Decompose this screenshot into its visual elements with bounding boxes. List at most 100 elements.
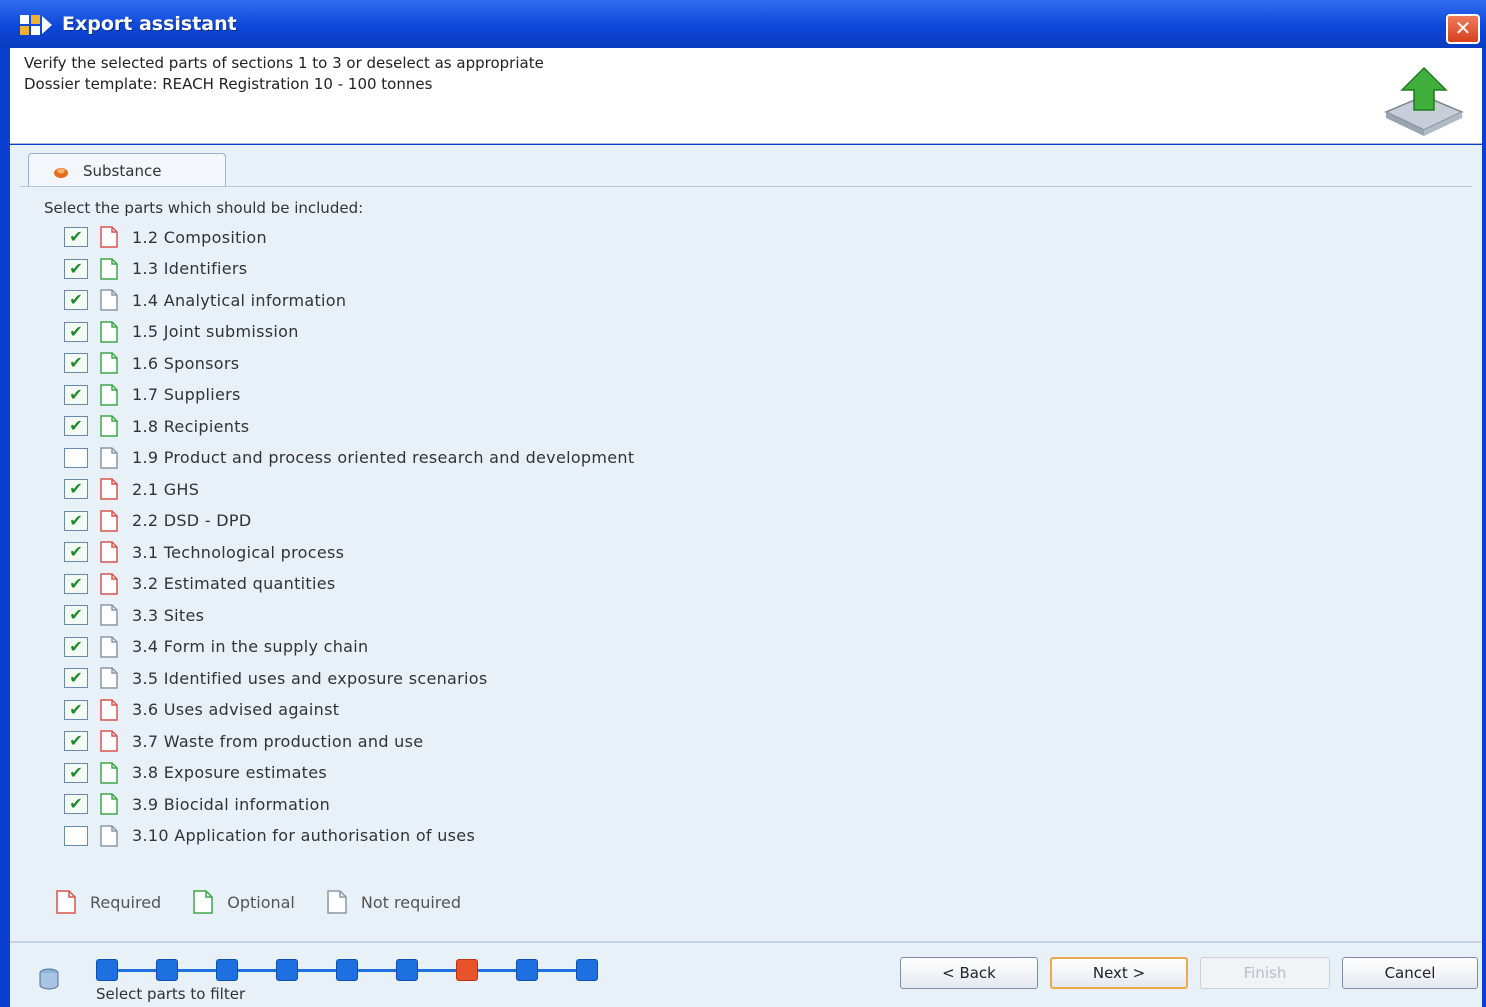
part-checkbox[interactable]: ✔: [64, 384, 88, 405]
part-checkbox[interactable]: ✔: [64, 479, 88, 499]
required-doc-icon: [100, 509, 118, 532]
part-checkbox[interactable]: ✔: [64, 510, 88, 531]
part-row: ✔ 1.8 Recipients: [64, 412, 249, 440]
part-checkbox[interactable]: ✔: [64, 416, 88, 436]
cancel-button[interactable]: Cancel: [1342, 957, 1478, 989]
part-checkbox[interactable]: ✔: [64, 731, 88, 751]
current-step-caption: Select parts to filter: [96, 985, 246, 1003]
part-checkbox[interactable]: [64, 447, 88, 468]
finish-button[interactable]: Finish: [1200, 957, 1330, 989]
step-marker: [516, 959, 538, 981]
part-row: ✔ 1.3 Identifiers: [64, 255, 247, 283]
part-checkbox[interactable]: ✔: [64, 762, 88, 783]
legend-optional-label: Optional: [227, 892, 295, 912]
part-label: 1.4 Analytical information: [132, 290, 347, 310]
required-doc-icon: [100, 541, 118, 563]
part-label: 3.1 Technological process: [132, 542, 345, 562]
optional-doc-icon: [100, 352, 118, 374]
not-required-doc-icon: [100, 667, 118, 689]
optional-doc-icon: [100, 257, 118, 280]
part-row: ✔ 2.1 GHS: [64, 475, 199, 503]
step-marker: [216, 959, 238, 981]
optional-doc-icon: [100, 383, 118, 406]
header-panel: Verify the selected parts of sections 1 …: [10, 48, 1482, 144]
part-row: ✔ 3.2 Estimated quantities: [64, 570, 336, 598]
current-step-marker: [456, 959, 478, 981]
part-row: ✔ 1.2 Composition: [64, 223, 267, 251]
not-required-doc-icon: [100, 446, 118, 469]
legend-required-label: Required: [90, 892, 162, 912]
close-button[interactable]: ✕: [1446, 14, 1480, 44]
main-panel: Substance Select the parts which should …: [10, 145, 1482, 941]
part-row: ✔ 1.4 Analytical information: [64, 286, 346, 314]
app-logo-icon: [20, 15, 52, 35]
step-connector: [358, 968, 396, 972]
part-checkbox[interactable]: ✔: [64, 258, 88, 279]
part-label: 3.5 Identified uses and exposure scenari…: [132, 668, 488, 688]
legend-optional: Optional: [191, 889, 295, 915]
window-title: Export assistant: [62, 13, 237, 35]
step-marker: [276, 959, 298, 981]
part-label: 1.2 Composition: [132, 227, 267, 247]
parts-instruction: Select the parts which should be include…: [44, 199, 364, 217]
part-row: ✔ 3.4 Form in the supply chain: [64, 633, 368, 661]
step-connector: [238, 968, 276, 972]
required-doc-icon: [100, 572, 118, 595]
step-marker: [96, 959, 118, 981]
step-marker: [396, 959, 418, 981]
part-label: 1.9 Product and process oriented researc…: [132, 448, 635, 467]
back-button[interactable]: < Back: [900, 957, 1038, 989]
part-checkbox[interactable]: ✔: [64, 573, 88, 594]
part-checkbox[interactable]: [64, 825, 88, 846]
part-checkbox[interactable]: ✔: [64, 794, 88, 814]
header-instruction: Verify the selected parts of sections 1 …: [24, 54, 544, 72]
part-row: ✔ 2.2 DSD - DPD: [64, 507, 251, 535]
part-label: 1.7 Suppliers: [132, 385, 241, 404]
tab-divider: [20, 186, 1472, 187]
part-checkbox[interactable]: ✔: [64, 636, 88, 657]
part-label: 3.4 Form in the supply chain: [132, 637, 369, 656]
substance-icon: [54, 167, 68, 178]
part-checkbox[interactable]: ✔: [64, 227, 88, 247]
not-required-doc-icon: [100, 635, 118, 658]
not-required-doc-icon: [327, 890, 347, 914]
next-button[interactable]: Next >: [1050, 957, 1188, 989]
dossier-template-text: Dossier template: REACH Registration 10 …: [24, 75, 433, 93]
optional-doc-icon: [193, 890, 213, 914]
required-doc-icon: [100, 698, 118, 721]
part-row: ✔ 3.9 Biocidal information: [64, 790, 330, 818]
part-checkbox[interactable]: ✔: [64, 542, 88, 562]
step-connector: [418, 968, 456, 972]
part-label: 3.6 Uses advised against: [132, 700, 340, 719]
tab-substance[interactable]: Substance: [28, 153, 226, 187]
part-row: ✔ 1.5 Joint submission: [64, 318, 299, 346]
wizard-steps: [96, 959, 598, 981]
legend-not-required: Not required: [325, 889, 461, 915]
not-required-doc-icon: [100, 289, 118, 311]
part-checkbox[interactable]: ✔: [64, 699, 88, 720]
part-row: ✔ 1.7 Suppliers: [64, 381, 241, 409]
part-row: 1.9 Product and process oriented researc…: [64, 444, 634, 472]
part-row: ✔ 3.5 Identified uses and exposure scenar…: [64, 664, 487, 692]
part-label: 1.8 Recipients: [132, 416, 250, 436]
part-label: 1.6 Sponsors: [132, 353, 240, 373]
legend-not-required-label: Not required: [360, 892, 462, 912]
part-label: 1.3 Identifiers: [132, 259, 248, 278]
part-label: 2.1 GHS: [132, 479, 200, 499]
part-checkbox[interactable]: ✔: [64, 668, 88, 688]
part-row: ✔ 3.6 Uses advised against: [64, 696, 339, 724]
tab-label: Substance: [83, 161, 162, 180]
part-label: 2.2 DSD - DPD: [132, 511, 252, 530]
optional-doc-icon: [100, 320, 118, 343]
not-required-doc-icon: [100, 604, 118, 626]
part-checkbox[interactable]: ✔: [64, 605, 88, 625]
step-connector: [118, 968, 156, 972]
part-checkbox[interactable]: ✔: [64, 290, 88, 310]
part-row: ✔ 3.8 Exposure estimates: [64, 759, 327, 787]
part-checkbox[interactable]: ✔: [64, 353, 88, 373]
part-checkbox[interactable]: ✔: [64, 321, 88, 342]
title-bar: Export assistant ✕: [0, 0, 1486, 48]
step-marker: [576, 959, 598, 981]
optional-doc-icon: [100, 793, 118, 815]
step-marker: [156, 959, 178, 981]
